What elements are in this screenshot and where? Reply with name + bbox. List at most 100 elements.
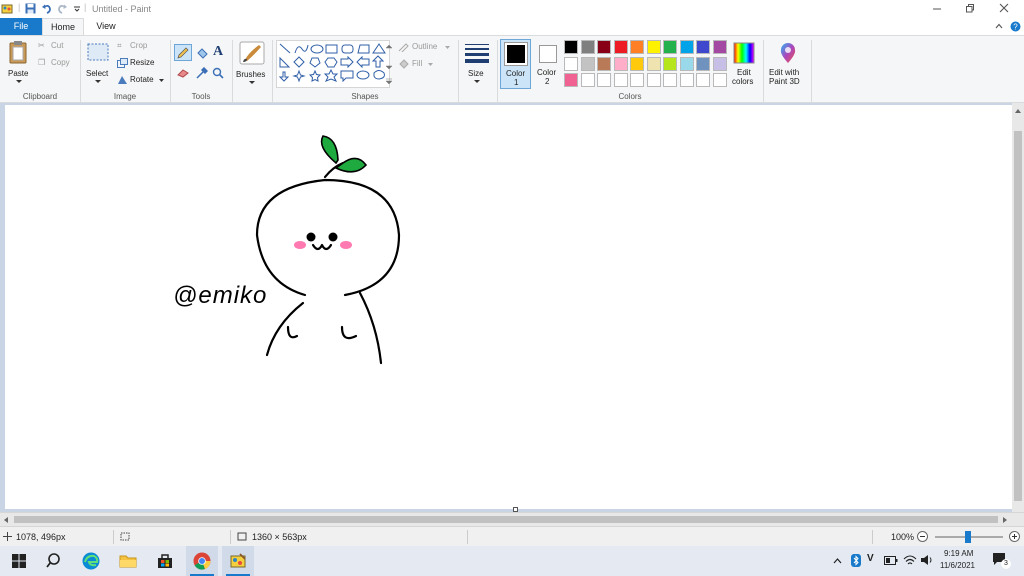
pencil-tool-button[interactable] [174,44,192,61]
crop-button[interactable]: ⌗ Crop [117,40,157,52]
text-tool-icon[interactable]: A [213,44,223,60]
paint-app-icon[interactable] [1,3,13,15]
minimize-icon[interactable] [932,6,942,12]
volume-icon[interactable] [920,554,934,566]
palette-swatch[interactable] [580,40,595,54]
battery-icon[interactable] [884,556,898,565]
outline-label: Outline [412,42,438,51]
close-icon[interactable] [999,3,1009,13]
size-button[interactable]: Size [461,39,493,89]
palette-swatch[interactable] [630,40,644,54]
palette-swatch[interactable] [663,73,677,87]
palette-swatch[interactable] [580,56,595,71]
palette-swatch[interactable] [696,56,710,71]
resize-button[interactable]: Resize [117,57,161,69]
file-explorer-icon[interactable] [118,551,138,571]
workspace: @emiko [0,103,1024,512]
palette-swatch[interactable] [613,56,628,71]
zoom-out-icon[interactable] [917,531,928,542]
zoom-in-icon[interactable] [1009,531,1020,542]
palette-swatch[interactable] [679,40,694,54]
palette-swatch[interactable] [696,40,710,54]
palette-swatch[interactable] [613,73,628,87]
show-hidden-icons-chevron-icon[interactable] [833,557,842,564]
vertical-scrollbar[interactable] [1012,103,1024,512]
select-button[interactable]: Select [84,39,112,89]
color2-button[interactable]: Color 2 [535,39,563,89]
palette-swatch[interactable] [646,56,661,71]
redo-icon[interactable] [57,3,68,14]
file-tab[interactable]: File [0,18,42,35]
help-icon[interactable]: ? [1010,21,1021,32]
horizontal-scroll-thumb[interactable] [14,516,998,523]
cut-button[interactable]: ✂ Cut [38,40,72,52]
chrome-taskbar-button[interactable] [186,546,218,576]
palette-swatch[interactable] [564,73,578,87]
paint-taskbar-button[interactable] [222,546,254,576]
palette-swatch[interactable] [646,40,661,54]
color1-button[interactable]: Color 1 [500,39,531,89]
windows-start-icon[interactable] [9,551,29,571]
drawing-canvas[interactable]: @emiko [5,105,1012,512]
palette-swatch[interactable] [564,40,578,54]
eraser-icon[interactable] [177,68,190,78]
palette-swatch[interactable] [679,73,694,87]
clipboard-group-label: Clipboard [22,92,58,101]
undo-icon[interactable] [41,3,52,14]
palette-swatch[interactable] [663,40,677,54]
edit-with-paint3d-button[interactable]: Edit with Paint 3D [767,39,809,89]
vertical-scroll-thumb[interactable] [1014,131,1022,501]
fill-button[interactable]: Fill [398,58,438,70]
notifications-button[interactable]: 3 [991,551,1011,569]
palette-swatch[interactable] [564,56,578,71]
microsoft-store-icon[interactable] [155,551,175,571]
magnifier-icon[interactable] [212,67,224,79]
home-tab[interactable]: Home [42,18,84,36]
scroll-up-icon[interactable] [1015,109,1021,113]
search-icon[interactable] [45,551,65,571]
restore-icon[interactable] [965,3,975,13]
scroll-left-icon[interactable] [4,517,8,523]
right-body-line [358,291,383,365]
rotate-button[interactable]: Rotate [117,74,167,86]
bluetooth-icon[interactable] [851,554,861,567]
shapes-gallery[interactable] [276,40,390,88]
save-icon[interactable] [25,3,36,14]
outline-button[interactable]: Outline [398,41,454,53]
palette-swatch[interactable] [712,73,727,87]
palette-swatch[interactable] [712,56,727,71]
palette-swatch[interactable] [679,56,694,71]
horizontal-scrollbar[interactable] [0,512,1024,526]
palette-swatch[interactable] [646,73,661,87]
vpn-v-icon[interactable]: V [867,553,874,564]
edit-colors-button[interactable]: Edit colors [730,39,758,89]
wifi-icon[interactable] [903,554,917,566]
color2-number: 2 [545,77,550,86]
palette-swatch[interactable] [597,56,611,71]
palette-swatch[interactable] [580,73,595,87]
palette-swatch[interactable] [663,56,677,71]
collapse-ribbon-chevron-icon[interactable] [995,22,1003,30]
copy-button[interactable]: ❐ Copy [38,57,74,69]
palette-swatch[interactable] [696,73,710,87]
view-tab[interactable]: View [86,18,126,35]
color-picker-icon[interactable] [196,67,208,79]
customize-toolbar-chevron-icon[interactable] [73,5,81,13]
clock-time[interactable]: 9:19 AM [944,549,973,558]
title-bar: | | Untitled - Paint [0,0,1024,18]
shapes-scroll-icon[interactable] [386,44,392,84]
ribbon: Paste ✂ Cut ❐ Copy Clipboard Select ⌗ Cr… [0,35,1024,103]
zoom-slider-thumb[interactable] [965,531,971,543]
palette-swatch[interactable] [597,40,611,54]
edge-browser-icon[interactable] [81,551,101,571]
palette-swatch[interactable] [613,40,628,54]
paste-button[interactable]: Paste [2,38,36,90]
clock-date[interactable]: 11/6/2021 [940,561,975,570]
palette-swatch[interactable] [712,40,727,54]
palette-swatch[interactable] [630,73,644,87]
brushes-button[interactable]: Brushes [234,39,270,89]
fill-bucket-icon[interactable] [196,47,209,59]
scroll-right-icon[interactable] [1003,517,1007,523]
palette-swatch[interactable] [597,73,611,87]
palette-swatch[interactable] [630,56,644,71]
